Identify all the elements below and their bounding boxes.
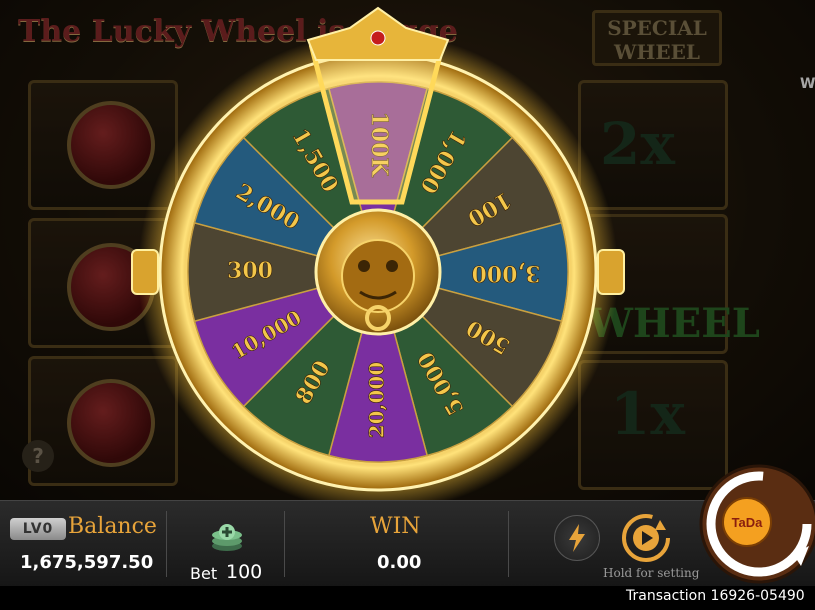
win-value: 0.00 <box>377 552 422 573</box>
wheel-segment-label: 3,000 <box>472 260 541 286</box>
autoplay-icon <box>655 520 666 530</box>
wheel-segment-label: 300 <box>227 258 273 284</box>
balance-label: Balance <box>68 514 157 539</box>
spin-button[interactable]: TaDa <box>697 462 815 586</box>
wheel-knob-right <box>597 249 625 295</box>
hold-for-setting-label: Hold for setting <box>603 566 700 580</box>
wheel-hub-face <box>341 239 415 313</box>
bet-value[interactable]: 100 <box>226 561 262 583</box>
autoplay-button[interactable] <box>620 512 672 564</box>
hub-eye-right <box>386 260 398 272</box>
turbo-button[interactable] <box>554 515 600 561</box>
bet-label: Bet <box>190 564 218 583</box>
divider <box>284 511 285 577</box>
divider <box>508 511 509 577</box>
wheel-segment-label: 20,000 <box>365 362 389 439</box>
transaction-id: Transaction 16926-05490 <box>626 588 805 604</box>
chips-icon[interactable] <box>210 520 244 554</box>
pointer-jewel <box>370 30 386 46</box>
win-label: WIN <box>370 514 421 539</box>
balance-value: 1,675,597.50 <box>20 552 154 573</box>
lightning-icon <box>569 524 585 552</box>
spin-button-label: TaDa <box>732 515 764 530</box>
level-badge: LV0 <box>10 518 66 540</box>
divider <box>166 511 167 577</box>
hub-eye-left <box>358 260 370 272</box>
lucky-wheel: 100K1,0001003,0005005,00020,00080010,000… <box>131 6 625 500</box>
game-stage: The Lucky Wheel is trigge SPECIAL WHEEL … <box>0 0 815 500</box>
wheel-knob-left <box>131 249 159 295</box>
